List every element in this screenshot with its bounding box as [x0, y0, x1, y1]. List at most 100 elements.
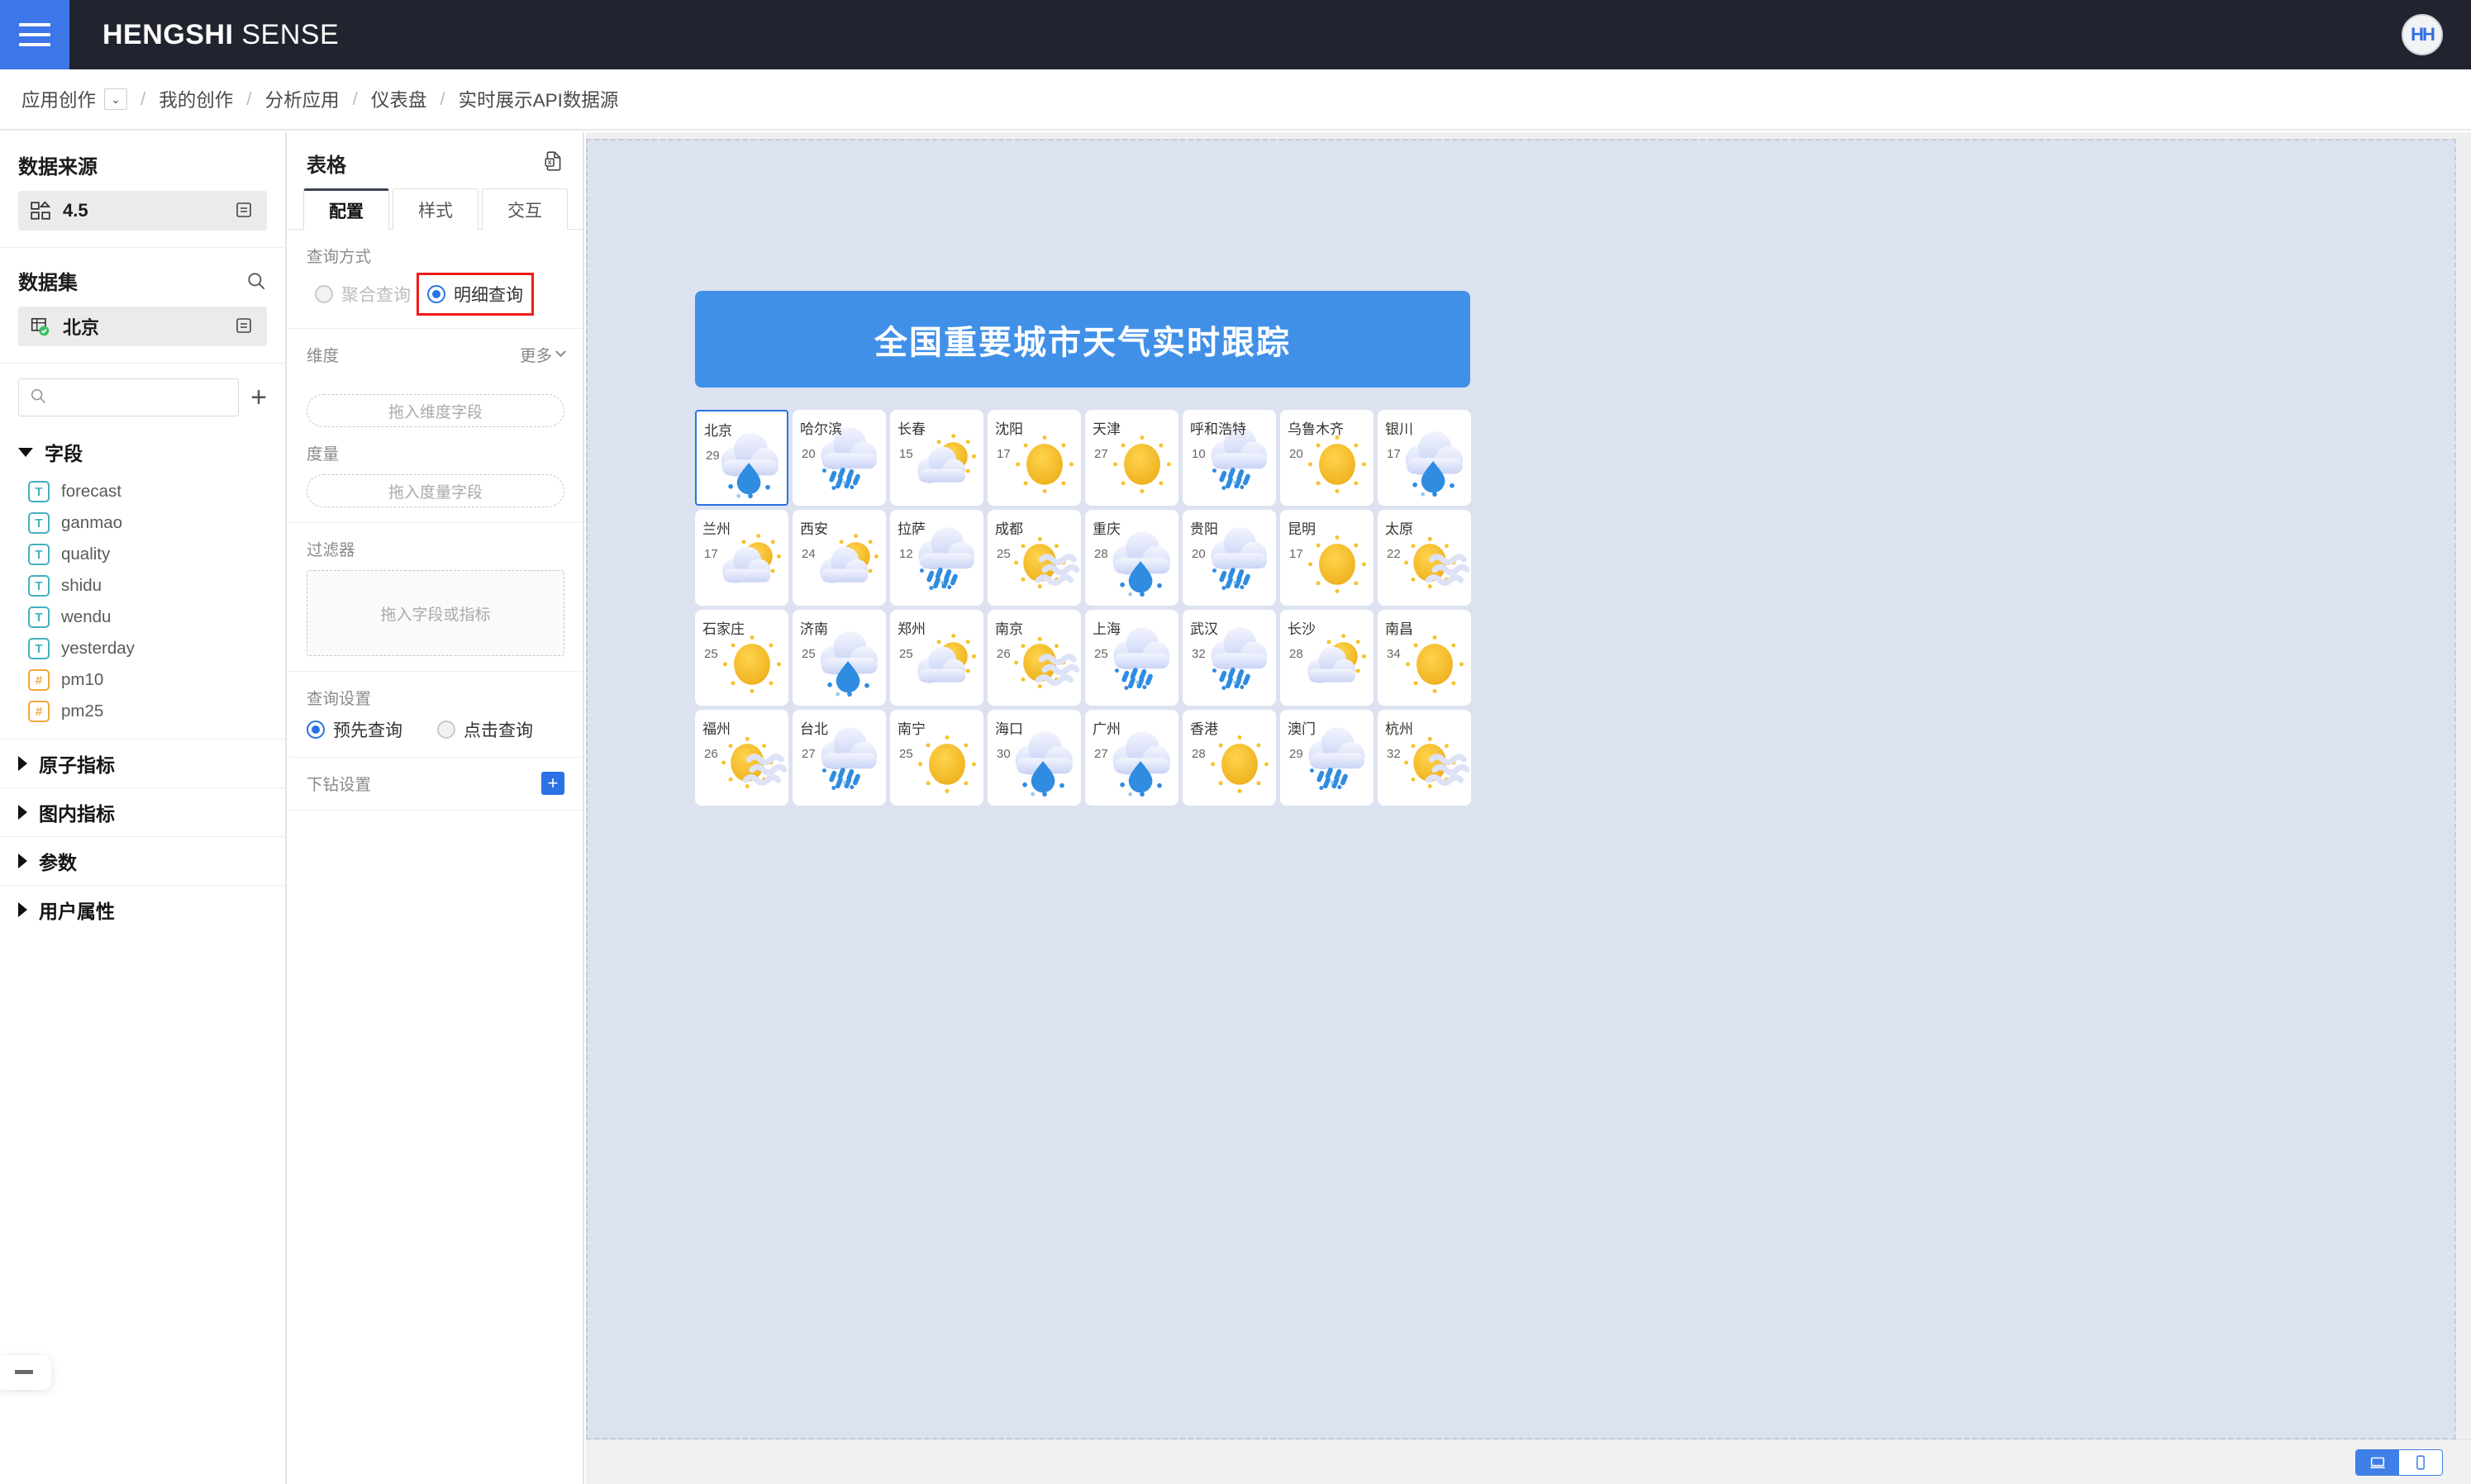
- city-label: 拉萨: [897, 521, 926, 537]
- weather-card[interactable]: 台北 27: [793, 710, 886, 806]
- filter-dropzone[interactable]: 拖入字段或指标: [307, 570, 564, 656]
- weather-card[interactable]: 武汉 32: [1183, 610, 1276, 706]
- field-item[interactable]: Tganmao: [0, 507, 285, 539]
- tab-interaction[interactable]: 交互: [482, 188, 568, 230]
- weather-card[interactable]: 香港 28: [1183, 710, 1276, 806]
- phone-icon[interactable]: [2399, 1449, 2442, 1475]
- weather-card[interactable]: 太原 22: [1378, 510, 1471, 606]
- city-label: 台北: [800, 721, 828, 737]
- weather-card[interactable]: 长沙 28: [1280, 610, 1374, 706]
- weather-card[interactable]: 兰州 17: [695, 510, 788, 606]
- copy-icon[interactable]: [234, 316, 255, 337]
- weather-card[interactable]: 福州 26: [695, 710, 788, 806]
- breadcrumb-item-4[interactable]: 实时展示API数据源: [459, 86, 619, 112]
- copy-icon[interactable]: [234, 200, 255, 221]
- weather-card[interactable]: 乌鲁木齐 20: [1280, 410, 1374, 506]
- weather-card[interactable]: 郑州 25: [890, 610, 983, 706]
- breadcrumb-sep: /: [246, 88, 252, 109]
- weather-card[interactable]: 昆明 17: [1280, 510, 1374, 606]
- filter-block: 过滤器 拖入字段或指标: [288, 523, 583, 672]
- radio-aggregate-query[interactable]: 聚合查询: [307, 275, 419, 313]
- weather-card[interactable]: 上海 25: [1085, 610, 1178, 706]
- temperature-value: 26: [997, 647, 1011, 661]
- weather-card[interactable]: 长春 15: [890, 410, 983, 506]
- chevron-down-icon[interactable]: ⌄: [104, 88, 128, 110]
- breadcrumb-item-3[interactable]: 仪表盘: [371, 86, 427, 112]
- dimension-dropzone[interactable]: 拖入维度字段: [307, 394, 564, 427]
- add-field-button[interactable]: +: [250, 383, 267, 411]
- collapsible-group-3[interactable]: 用户属性: [0, 885, 285, 934]
- breadcrumb-item-1[interactable]: 我的创作: [159, 86, 233, 112]
- laptop-icon[interactable]: [2356, 1449, 2399, 1475]
- dimension-block: 维度 更多 拖入维度字段 度量 拖入度量字段: [288, 329, 583, 523]
- temperature-value: 27: [1094, 747, 1108, 761]
- dimension-more-button[interactable]: 更多: [520, 342, 566, 366]
- hamburger-icon[interactable]: [0, 0, 69, 69]
- collapsible-group-0[interactable]: 原子指标: [0, 739, 285, 787]
- weather-card[interactable]: 南京 26: [988, 610, 1081, 706]
- dashboard-title-widget[interactable]: 全国重要城市天气实时跟踪: [695, 291, 1470, 388]
- field-item[interactable]: Twendu: [0, 602, 285, 633]
- weather-card[interactable]: 澳门 29: [1280, 710, 1374, 806]
- field-item[interactable]: Tquality: [0, 539, 285, 570]
- weather-card[interactable]: 哈尔滨 20: [793, 410, 886, 506]
- group-header[interactable]: 用户属性: [0, 886, 285, 934]
- search-input-wrapper[interactable]: [18, 378, 240, 416]
- fields-group-header[interactable]: 字段: [0, 428, 285, 476]
- search-input[interactable]: [47, 388, 229, 407]
- weather-card[interactable]: 南昌 34: [1378, 610, 1471, 706]
- weather-card[interactable]: 重庆 28: [1085, 510, 1178, 606]
- weather-card[interactable]: 广州 27: [1085, 710, 1178, 806]
- excel-export-icon[interactable]: X: [543, 150, 564, 176]
- temperature-value: 25: [802, 647, 816, 661]
- weather-card[interactable]: 贵阳 20: [1183, 510, 1276, 606]
- group-header[interactable]: 参数: [0, 837, 285, 885]
- weather-card[interactable]: 石家庄 25: [695, 610, 788, 706]
- measure-dropzone[interactable]: 拖入度量字段: [307, 474, 564, 507]
- field-label: ganmao: [61, 513, 123, 532]
- dataset-item-beijing[interactable]: 北京: [18, 307, 267, 346]
- weather-card[interactable]: 南宁 25: [890, 710, 983, 806]
- weather-card[interactable]: 呼和浩特 10: [1183, 410, 1276, 506]
- search-icon[interactable]: [245, 270, 267, 292]
- weather-card[interactable]: 天津 27: [1085, 410, 1178, 506]
- breadcrumb-item-2[interactable]: 分析应用: [265, 86, 340, 112]
- temperature-value: 28: [1094, 547, 1108, 561]
- temperature-value: 25: [1094, 647, 1108, 661]
- tab-config[interactable]: 配置: [303, 188, 389, 230]
- collapsible-group-2[interactable]: 参数: [0, 836, 285, 885]
- field-label: pm10: [61, 670, 104, 689]
- datasource-title: 数据来源: [18, 156, 98, 178]
- breadcrumb-item-0[interactable]: 应用创作: [21, 86, 96, 112]
- add-drilldown-button[interactable]: +: [541, 771, 564, 795]
- city-label: 南昌: [1385, 621, 1413, 637]
- weather-card[interactable]: 银川 17: [1378, 410, 1471, 506]
- weather-card[interactable]: 济南 25: [793, 610, 886, 706]
- weather-card[interactable]: 北京 29: [695, 410, 788, 506]
- weather-card[interactable]: 拉萨 12: [890, 510, 983, 606]
- weather-card[interactable]: 杭州 32: [1378, 710, 1471, 806]
- field-item[interactable]: Tyesterday: [0, 633, 285, 664]
- temperature-value: 17: [1289, 547, 1303, 561]
- weather-card[interactable]: 成都 25: [988, 510, 1081, 606]
- group-header[interactable]: 原子指标: [0, 740, 285, 787]
- city-label: 广州: [1093, 721, 1121, 737]
- radio-detail-query[interactable]: 明细查询: [417, 273, 534, 316]
- field-item[interactable]: Tshidu: [0, 570, 285, 602]
- collapsible-group-1[interactable]: 图内指标: [0, 787, 285, 836]
- field-item[interactable]: Tforecast: [0, 476, 285, 507]
- group-header[interactable]: 图内指标: [0, 788, 285, 836]
- datasource-item[interactable]: 4.5: [18, 191, 267, 231]
- field-item[interactable]: # pm25: [0, 696, 285, 727]
- tab-style[interactable]: 样式: [393, 188, 478, 230]
- dashboard-canvas[interactable]: 全国重要城市天气实时跟踪 北京 29 哈尔滨 20 长春 15 沈阳 17 天津 27 呼和浩特 10…: [586, 139, 2456, 1439]
- city-label: 澳门: [1288, 721, 1316, 737]
- field-item[interactable]: # pm10: [0, 664, 285, 696]
- weather-card[interactable]: 西安 24: [793, 510, 886, 606]
- weather-card[interactable]: 沈阳 17: [988, 410, 1081, 506]
- city-label: 上海: [1093, 621, 1121, 637]
- radio-icon-selected[interactable]: [307, 721, 325, 739]
- avatar[interactable]: HH: [2402, 14, 2443, 55]
- radio-icon[interactable]: [437, 721, 455, 739]
- weather-card[interactable]: 海口 30: [988, 710, 1081, 806]
